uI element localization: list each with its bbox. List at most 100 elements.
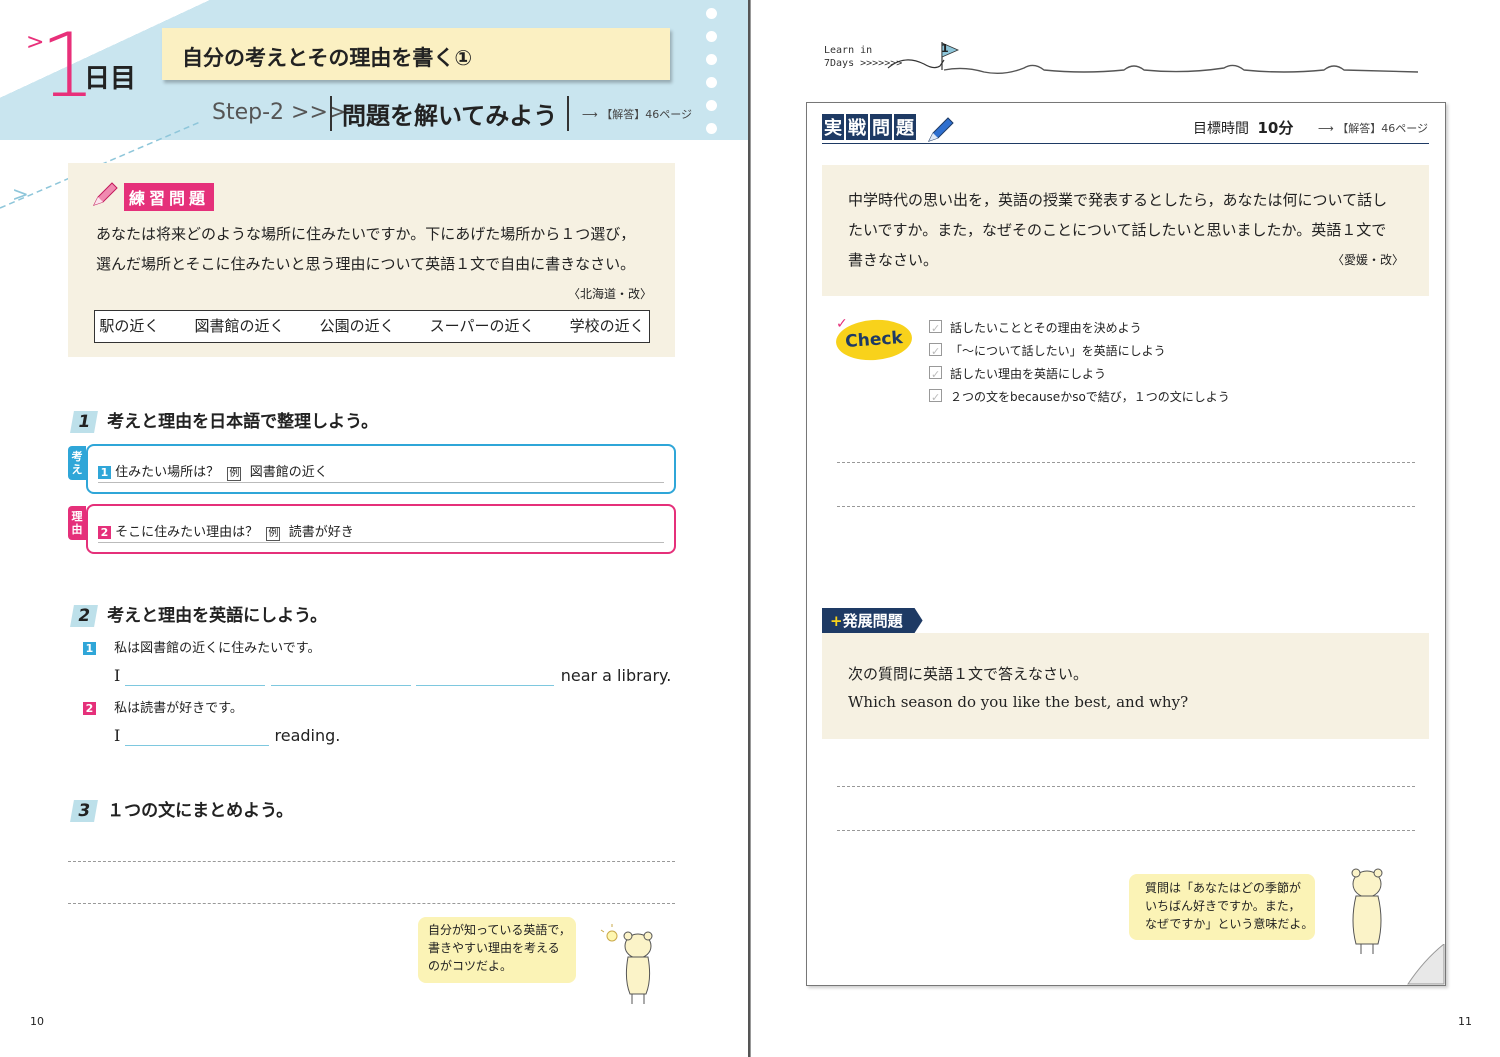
- section-number: 1: [70, 411, 98, 433]
- idea-tab: 考え: [68, 446, 86, 480]
- checkbox-icon[interactable]: [929, 363, 942, 386]
- target-time-value: 10分: [1257, 119, 1294, 137]
- step-label: Step-2 >>>: [212, 100, 347, 125]
- answer-ref-page: 46ページ: [1381, 122, 1429, 135]
- bear-character-icon: [600, 924, 653, 1004]
- idea-example: 図書館の近く: [249, 465, 328, 480]
- arrow-icon: ⟶: [1318, 122, 1334, 135]
- writing-line[interactable]: [837, 462, 1415, 463]
- question-box: 中学時代の思い出を，英語の授業で発表するとしたら，あなたは何について話し たいで…: [822, 165, 1429, 296]
- bear-character-icon: [1351, 868, 1383, 954]
- idea-input-frame[interactable]: 1 住みたい場所は？ 例 図書館の近く: [86, 444, 676, 494]
- practice-line-2: 選んだ場所とそこに住みたいと思う理由について英語１文で自由に書きなさい。: [96, 255, 636, 273]
- q1-end: near a library.: [560, 666, 672, 685]
- answer-reference: ⟶ 【解答】46ページ: [1318, 120, 1428, 136]
- checkbox-icon[interactable]: [929, 340, 942, 363]
- tag-char: 問: [870, 114, 892, 140]
- practice-problem-box: 練習問題 あなたは将来どのような場所に住みたいですか。下にあげた場所から１つ選び…: [68, 163, 675, 357]
- section-number: 2: [70, 605, 98, 627]
- page-curl: [1404, 944, 1445, 985]
- answer-line: [98, 542, 664, 543]
- q2-answer-row: I reading.: [114, 726, 340, 746]
- answer-blank[interactable]: [270, 666, 411, 686]
- reason-example: 読書が好き: [288, 525, 354, 540]
- option: 学校の近く: [569, 317, 645, 335]
- writing-line[interactable]: [837, 786, 1415, 787]
- pencil-icon: [928, 117, 954, 142]
- checklist-item-label: 話したい理由を英語にしよう: [950, 367, 1107, 381]
- checkbox-icon[interactable]: [929, 386, 942, 409]
- checklist-item[interactable]: 「～について話したい」を英語にしよう: [929, 340, 1230, 363]
- option: 駅の近く: [99, 317, 160, 335]
- answer-blank[interactable]: [125, 726, 270, 746]
- practice-line-1: あなたは将来どのような場所に住みたいですか。下にあげた場所から１つ選び，: [96, 225, 636, 243]
- question-line-2: たいですか。また，なぜそのことについて話したいと思いましたか。英語１文で: [848, 221, 1387, 239]
- option: 図書館の近く: [194, 317, 285, 335]
- question-line-3: 書きなさい。: [848, 251, 939, 269]
- bubble-line: 書きやすい理由を考える: [428, 941, 560, 955]
- target-time-label: 目標時間: [1193, 121, 1249, 137]
- jissen-tag: 実戦問題: [822, 114, 918, 140]
- option: 公園の近く: [319, 317, 395, 335]
- q2-end: reading.: [274, 726, 341, 745]
- section-2-heading: 2 考えと理由を英語にしよう。: [70, 601, 328, 627]
- idea-question: 住みたい場所は？: [115, 465, 220, 480]
- section-title: 考えと理由を英語にしよう。: [107, 606, 328, 626]
- bubble-line: のがコツだよ。: [428, 959, 513, 973]
- bubble-line: 質問は「あなたはどの季節が: [1145, 881, 1302, 895]
- bubble-line: なぜですか」という意味だよ。: [1145, 917, 1314, 931]
- checklist-item[interactable]: ２つの文をbecauseかsoで結び，１つの文にしよう: [929, 386, 1230, 409]
- question-number: 2: [83, 702, 96, 715]
- section-1-heading: 1 考えと理由を日本語で整理しよう。: [70, 407, 379, 433]
- tag-char: 実: [822, 114, 844, 140]
- section-title: 考えと理由を日本語で整理しよう。: [107, 412, 379, 432]
- q2-start: I: [114, 726, 121, 745]
- logo-wave: [887, 42, 1419, 75]
- step-title: 問題を解いてみよう: [330, 96, 570, 131]
- question-number: 1: [83, 642, 96, 655]
- options-box: 駅の近く 図書館の近く 公園の近く スーパーの近く 学校の近く: [94, 310, 650, 343]
- writing-line[interactable]: [68, 903, 675, 904]
- section-title: １つの文にまとめよう。: [107, 801, 294, 821]
- practice-tag: 練習問題: [124, 183, 215, 211]
- writing-line[interactable]: [837, 506, 1415, 507]
- checklist-item[interactable]: 話したいこととその理由を決めよう: [929, 317, 1230, 340]
- lesson-title: 自分の考えとその理由を書く①: [182, 46, 473, 70]
- q1-row: 1 私は図書館の近くに住みたいです。: [83, 637, 320, 656]
- example-marker: 例: [266, 527, 281, 541]
- reason-input-frame[interactable]: 2 そこに住みたい理由は？ 例 読書が好き: [86, 504, 676, 554]
- bubble-line: 自分が知っている英語で，: [428, 923, 571, 937]
- answer-blank[interactable]: [415, 666, 554, 686]
- answer-reference: ⟶ 【解答】46ページ: [582, 106, 692, 122]
- writing-line[interactable]: [837, 830, 1415, 831]
- checklist-item[interactable]: 話したい理由を英語にしよう: [929, 363, 1230, 386]
- page-number: 11: [1458, 1015, 1472, 1028]
- page-number: 10: [30, 1015, 44, 1028]
- section-number: 3: [70, 800, 98, 822]
- reason-question: そこに住みたい理由は？: [115, 525, 259, 540]
- checkbox-icon[interactable]: [929, 317, 942, 340]
- checklist-item-label: ２つの文をbecauseかsoで結び，１つの文にしよう: [950, 390, 1230, 404]
- chevron-icon: >: [12, 182, 29, 206]
- answer-ref-prefix: 【解答】: [1337, 122, 1382, 135]
- question-line-1: 中学時代の思い出を，英語の授業で発表するとしたら，あなたは何について話し: [848, 191, 1388, 209]
- day-label: 日目: [84, 64, 137, 94]
- hint-bubble: 質問は「あなたはどの季節が いちばん好きですか。また， なぜですか」という意味だ…: [1129, 874, 1315, 940]
- bubble-line: いちばん好きですか。また，: [1145, 899, 1301, 913]
- lesson-title-note: 自分の考えとその理由を書く①: [162, 28, 670, 80]
- option: スーパーの近く: [429, 317, 535, 335]
- reason-tab: 理由: [68, 506, 86, 540]
- tag-char: 題: [894, 114, 916, 140]
- checklist-item-label: 話したいこととその理由を決めよう: [950, 321, 1142, 335]
- checklist-item-label: 「～について話したい」を英語にしよう: [950, 344, 1166, 358]
- idea-question-row: 1 住みたい場所は？ 例 図書館の近く: [98, 461, 328, 481]
- example-marker: 例: [227, 467, 242, 481]
- answer-line: [98, 482, 664, 483]
- development-line-2: Which season do you like the best, and w…: [848, 693, 1189, 711]
- answer-blank[interactable]: [125, 666, 266, 686]
- writing-line[interactable]: [68, 861, 675, 862]
- development-line-1: 次の質問に英語１文で答えなさい。: [848, 665, 1089, 683]
- binder-holes: [706, 8, 717, 215]
- checklist: 話したいこととその理由を決めよう 「～について話したい」を英語にしよう 話したい…: [929, 317, 1230, 409]
- development-tag-label: 発展問題: [842, 612, 903, 630]
